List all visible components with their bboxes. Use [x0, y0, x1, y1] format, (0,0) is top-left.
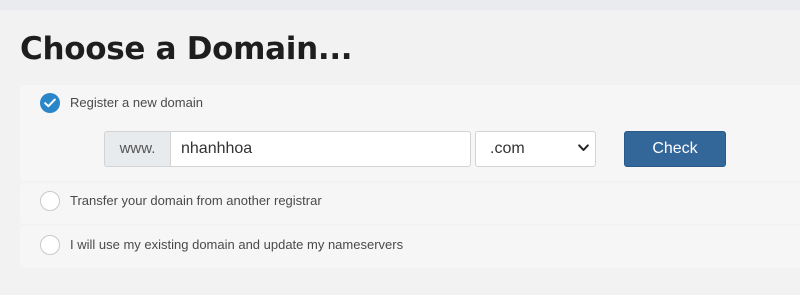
checkmark-icon [44, 98, 56, 108]
chevron-down-icon [578, 144, 589, 151]
page-title: Choose a Domain... [20, 31, 353, 67]
tld-selected-value: .com [490, 140, 525, 157]
register-radio[interactable] [40, 93, 60, 113]
option-existing-domain[interactable]: I will use my existing domain and update… [20, 226, 800, 268]
transfer-radio[interactable] [40, 191, 60, 211]
existing-label[interactable]: I will use my existing domain and update… [70, 237, 403, 253]
register-label[interactable]: Register a new domain [70, 95, 203, 111]
existing-radio[interactable] [40, 235, 60, 255]
transfer-label[interactable]: Transfer your domain from another regist… [70, 193, 322, 209]
check-button[interactable]: Check [624, 131, 726, 167]
www-prefix: www. [104, 131, 170, 167]
top-strip [0, 0, 800, 10]
option-transfer-domain[interactable]: Transfer your domain from another regist… [20, 183, 800, 224]
domain-input[interactable] [170, 131, 471, 167]
tld-select[interactable]: .com [475, 131, 596, 167]
